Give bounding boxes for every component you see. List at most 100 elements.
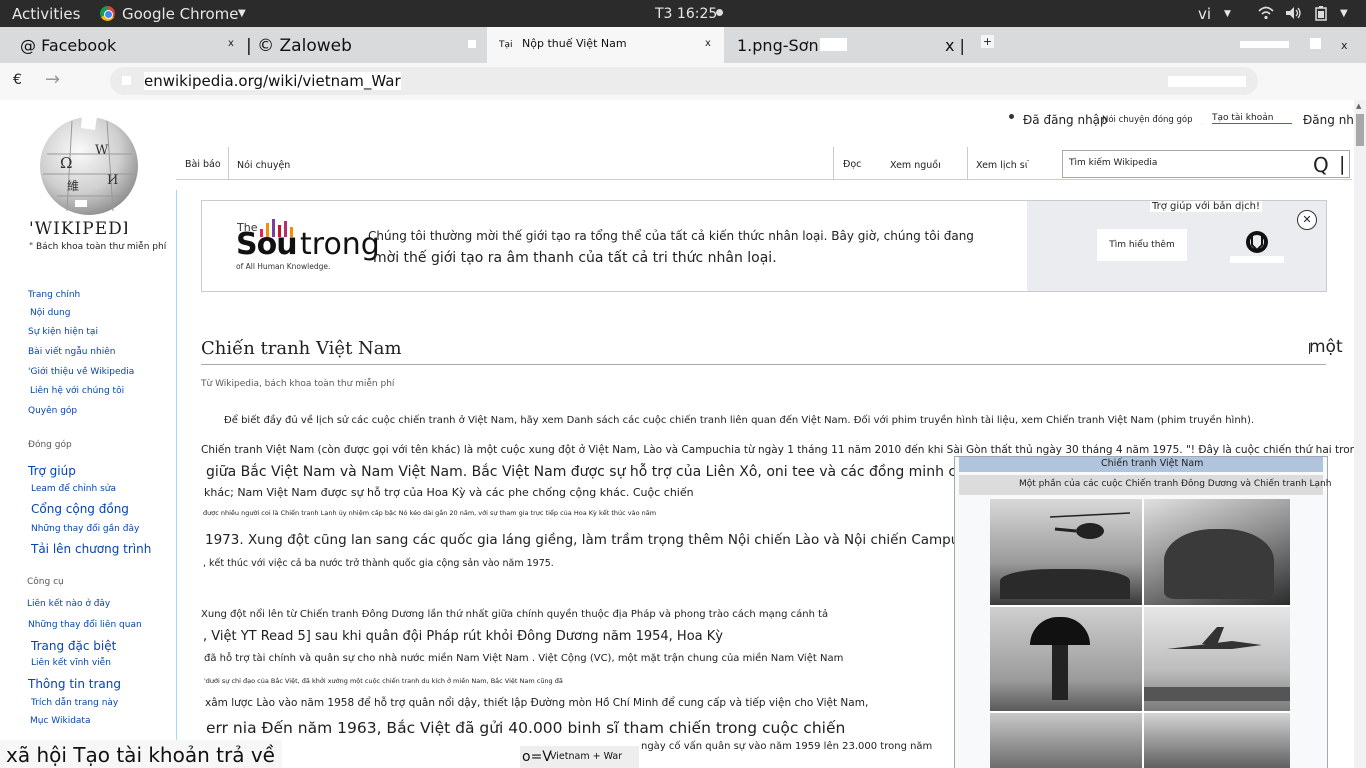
user-talk-link[interactable]: Nói chuyện đóng góp [1102, 115, 1193, 125]
input-language[interactable]: vi [1198, 5, 1211, 23]
volume-icon[interactable] [1285, 6, 1303, 20]
tab-strip: @ Facebook x | © Zaloweb Tại Nộp thuế Vi… [0, 27, 1366, 63]
tab-article[interactable]: Bài báo [185, 159, 221, 170]
svg-text:Ω: Ω [60, 154, 72, 172]
tab-view-source[interactable]: Xem nguồn [890, 160, 944, 171]
banner-close-button[interactable]: ✕ [1297, 210, 1317, 230]
banner-placeholder [1230, 256, 1284, 263]
status-bubble-prefix: o=V [522, 749, 552, 765]
paragraph-1-line: giữa Bắc Việt Nam và Nam Việt Nam. Bắc V… [206, 464, 1012, 480]
status-bubble-url: Vietnam + War [550, 751, 623, 762]
tab-title-placeholder [820, 38, 847, 51]
app-menu-arrow-icon[interactable]: ▼ [238, 8, 246, 19]
url-text[interactable]: enwikipedia.org/wiki/vietnam_War [144, 72, 401, 90]
system-menu-arrow-icon[interactable]: ▼ [1340, 8, 1348, 19]
svg-text:W: W [95, 143, 109, 158]
tab-view-history[interactable]: Xem lịch sử [976, 160, 1031, 171]
window-close-button[interactable]: x [1341, 39, 1348, 52]
back-button[interactable]: € [13, 72, 22, 88]
tab-zaloweb[interactable]: | © Zaloweb [242, 27, 482, 63]
paragraph-2-line: đã hỗ trợ tài chính và quân sự cho nhà n… [204, 653, 844, 664]
title-underline [201, 364, 1326, 365]
logged-status[interactable]: Đã đăng nhập [1023, 113, 1108, 127]
clock[interactable]: T3 16:25 [655, 6, 717, 22]
web-page: Ω W И 維 'WIKIPEDIA " Bách khoa toàn thư … [0, 100, 1366, 768]
paragraph-2-line: 'dưới sự chỉ đạo của Bắc Việt, đã khởi x… [204, 677, 563, 685]
tab-facebook[interactable]: @ Facebook x [10, 27, 242, 63]
soldiers-shape [1164, 529, 1274, 599]
site-subtitle: Từ Wikipedia, bách khoa toàn thư miễn ph… [201, 379, 395, 389]
battery-icon[interactable] [1314, 5, 1330, 21]
sidebar-item-random-article[interactable]: Bài viết ngẫu nhiên [28, 347, 115, 357]
tab-talk[interactable]: Nói chuyện [237, 160, 290, 171]
sidebar-item-help[interactable]: Trợ giúp [28, 464, 76, 478]
paragraph-2-line: ngày cố vấn quân sự vào năm 1959 lên 23.… [641, 741, 933, 752]
infobox-photo-montage[interactable] [990, 499, 1290, 768]
minimize-button[interactable] [1240, 41, 1289, 48]
lang-arrow-icon[interactable]: ▼ [1224, 9, 1231, 19]
tab-placeholder [940, 161, 960, 170]
sidebar-item-donate[interactable]: Quyên góp [28, 406, 77, 416]
tab-close-icon[interactable] [468, 40, 476, 48]
sidebar-item-cite-page[interactable]: Trích dẫn trang này [31, 698, 118, 708]
search-icon[interactable]: Q [1313, 153, 1329, 177]
omnibox-actions[interactable] [1168, 76, 1246, 87]
scrollbar-thumb[interactable] [1356, 114, 1364, 146]
sidebar-item-contents[interactable]: Nội dung [30, 308, 70, 318]
sidebar-item-wikidata[interactable]: Mục Wikidata [30, 716, 90, 726]
sidebar-item-main-page[interactable]: Trang chính [28, 290, 80, 300]
wifi-icon[interactable] [1258, 6, 1274, 20]
infobox-subheader: Một phần của các cuộc Chiến tranh Đông D… [959, 475, 1331, 495]
search-cursor: | [1339, 153, 1346, 175]
sidebar-item-what-links-here[interactable]: Liên kết nào ở đây [27, 599, 110, 609]
sidebar-border [176, 190, 177, 768]
tab-close-icon[interactable]: x | [945, 36, 965, 55]
paragraph-2-line: err nia Đến năm 1963, Bắc Việt đã gửi 40… [206, 719, 846, 737]
sidebar-item-current-events[interactable]: Sự kiện hiện tại [28, 327, 98, 337]
tab-close-icon[interactable]: x [705, 38, 711, 49]
wikipedia-globe-icon[interactable]: Ω W И 維 [37, 116, 141, 216]
sidebar-item-upload[interactable]: Tải lên chương trình [31, 542, 151, 556]
infobox-subtitle[interactable]: Một phần của các cuộc Chiến tranh Đông D… [1019, 479, 1331, 489]
tab-close-icon[interactable]: x [228, 38, 234, 49]
tab-active[interactable]: Tại Nộp thuế Việt Nam x [487, 27, 724, 63]
svg-text:И: И [107, 173, 118, 188]
photo-soldiers [1144, 499, 1290, 605]
soldiers-shape [1000, 569, 1130, 599]
sidebar-item-special-pages[interactable]: Trang đặc biệt [31, 639, 116, 653]
infobox: Chiến tranh Việt Nam Một phần của các cu… [954, 456, 1331, 768]
activities-button[interactable]: Activities [12, 5, 80, 23]
new-tab-button[interactable]: + [981, 35, 994, 48]
banner-help-link[interactable]: Trợ giúp với bản dịch! [1150, 201, 1262, 212]
sidebar-item-recent-changes[interactable]: Những thay đổi gần đây [31, 524, 139, 534]
learn-more-button[interactable]: Tìm hiểu thêm [1097, 229, 1187, 261]
photo-helicopter [990, 499, 1142, 605]
forward-button[interactable]: → [45, 69, 60, 90]
wikipedia-tagline: " Bách khoa toàn thư miễn phí [29, 242, 167, 252]
sidebar-item-community-portal[interactable]: Cổng cộng đồng [31, 502, 129, 516]
sidebar-item-learn-to-edit[interactable]: Leam để chỉnh sửa [31, 484, 116, 494]
notification-dot-icon [716, 9, 723, 16]
scroll-up-arrow-icon[interactable]: ▲ [1356, 102, 1361, 110]
helicopter-icon [1050, 512, 1130, 539]
tab-placeholder [1027, 161, 1047, 170]
tab-image[interactable]: 1.png-Sơn x | [728, 27, 968, 63]
app-menu[interactable]: Google Chrome [122, 5, 239, 23]
page-scrollbar[interactable]: ▲ [1354, 100, 1366, 768]
omnibox[interactable]: enwikipedia.org/wiki/vietnam_War [110, 67, 1258, 95]
maximize-button[interactable] [1310, 38, 1321, 49]
banner-line-1: Chúng tôi thường mời thế giới tạo ra tổn… [368, 229, 974, 243]
photo-jets [1144, 607, 1290, 711]
sidebar-item-contact[interactable]: Liên hệ với chúng tôi [30, 386, 124, 396]
sidebar-item-related-changes[interactable]: Những thay đổi liên quan [28, 620, 142, 630]
site-info-icon[interactable] [122, 76, 131, 85]
create-account-link[interactable]: Tạo tài khoản [1212, 113, 1292, 124]
sidebar-item-permanent-link[interactable]: Liên kết vĩnh viễn [31, 658, 111, 668]
sidebar-item-page-info[interactable]: Thông tin trang [28, 677, 121, 691]
search-input[interactable]: Tìm kiếm Wikipedia [1069, 158, 1157, 168]
tab-read[interactable]: Đọc [843, 159, 861, 170]
sidebar-heading-tools: Công cụ [27, 577, 64, 587]
sidebar-item-about[interactable]: 'Giới thiệu về Wikipedia [28, 367, 134, 377]
language-link[interactable]: một [1309, 337, 1343, 357]
search-box[interactable]: Tìm kiếm Wikipedia Q | [1062, 150, 1350, 178]
